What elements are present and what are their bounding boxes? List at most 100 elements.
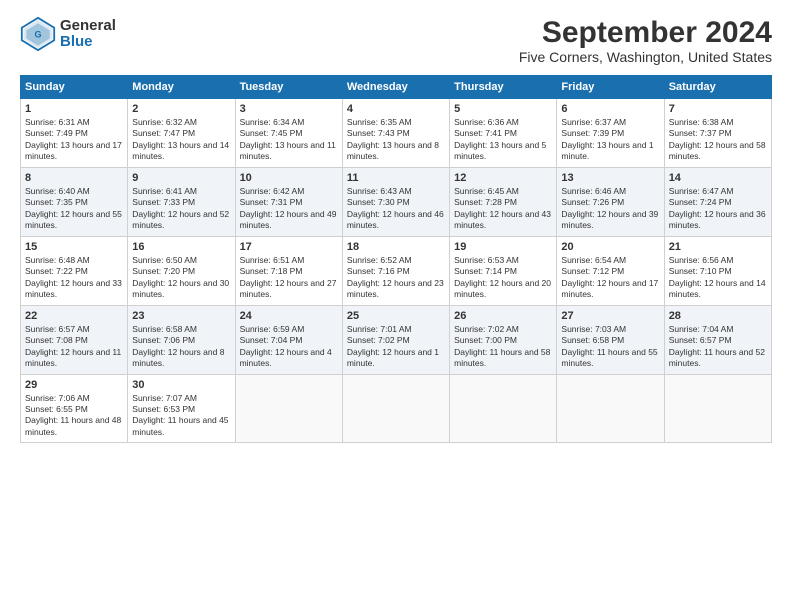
day-number: 13 [561,172,659,184]
cell-info: Sunrise: 6:36 AMSunset: 7:41 PMDaylight:… [454,117,552,163]
calendar-week-3: 22 Sunrise: 6:57 AMSunset: 7:08 PMDayligh… [21,305,772,374]
day-number: 14 [669,172,767,184]
day-number: 20 [561,241,659,253]
calendar-cell [235,374,342,443]
calendar-cell: 22 Sunrise: 6:57 AMSunset: 7:08 PMDayligh… [21,305,128,374]
day-number: 6 [561,103,659,115]
day-number: 18 [347,241,445,253]
cell-info: Sunrise: 6:46 AMSunset: 7:26 PMDaylight:… [561,186,659,232]
day-number: 19 [454,241,552,253]
calendar-cell: 21Sunrise: 6:56 AMSunset: 7:10 PMDayligh… [664,236,771,305]
calendar-table: SundayMondayTuesdayWednesdayThursdayFrid… [20,75,772,443]
day-number: 24 [240,310,338,322]
cell-info: Sunrise: 6:43 AMSunset: 7:30 PMDaylight:… [347,186,445,232]
calendar-cell: 8 Sunrise: 6:40 AMSunset: 7:35 PMDaylight… [21,167,128,236]
weekday-thursday: Thursday [450,76,557,99]
calendar-cell: 19 Sunrise: 6:53 AMSunset: 7:14 PMDayligh… [450,236,557,305]
day-number: 30 [132,379,230,391]
calendar-title: September 2024 [519,16,772,49]
calendar-week-4: 29 Sunrise: 7:06 AMSunset: 6:55 PMDayligh… [21,374,772,443]
calendar-cell: 2Sunrise: 6:32 AMSunset: 7:47 PMDaylight… [128,99,235,168]
weekday-sunday: Sunday [21,76,128,99]
calendar-cell: 28Sunrise: 7:04 AMSunset: 6:57 PMDayligh… [664,305,771,374]
cell-info: Sunrise: 6:57 AMSunset: 7:08 PMDaylight:… [25,324,123,370]
day-number: 28 [669,310,767,322]
calendar-cell: 29 Sunrise: 7:06 AMSunset: 6:55 PMDayligh… [21,374,128,443]
calendar-cell: 10 Sunrise: 6:42 AMSunset: 7:31 PMDayligh… [235,167,342,236]
calendar-cell: 16 Sunrise: 6:50 AMSunset: 7:20 PMDayligh… [128,236,235,305]
calendar-cell: 11 Sunrise: 6:43 AMSunset: 7:30 PMDayligh… [342,167,449,236]
cell-info: Sunrise: 7:07 AMSunset: 6:53 PMDaylight:… [132,393,230,439]
cell-info: Sunrise: 6:52 AMSunset: 7:16 PMDaylight:… [347,255,445,301]
calendar-cell: 30 Sunrise: 7:07 AMSunset: 6:53 PMDayligh… [128,374,235,443]
cell-info: Sunrise: 7:01 AMSunset: 7:02 PMDaylight:… [347,324,445,370]
calendar-cell: 17Sunrise: 6:51 AMSunset: 7:18 PMDayligh… [235,236,342,305]
calendar-cell: 1Sunrise: 6:31 AMSunset: 7:49 PMDaylight… [21,99,128,168]
weekday-saturday: Saturday [664,76,771,99]
cell-info: Sunrise: 7:03 AMSunset: 6:58 PMDaylight:… [561,324,659,370]
calendar-cell: 23 Sunrise: 6:58 AMSunset: 7:06 PMDayligh… [128,305,235,374]
calendar-cell: 9Sunrise: 6:41 AMSunset: 7:33 PMDaylight… [128,167,235,236]
cell-info: Sunrise: 6:38 AMSunset: 7:37 PMDaylight:… [669,117,767,163]
calendar-cell: 26 Sunrise: 7:02 AMSunset: 7:00 PMDayligh… [450,305,557,374]
day-number: 8 [25,172,123,184]
day-number: 12 [454,172,552,184]
day-number: 27 [561,310,659,322]
cell-info: Sunrise: 6:40 AMSunset: 7:35 PMDaylight:… [25,186,123,232]
calendar-cell: 15 Sunrise: 6:48 AMSunset: 7:22 PMDayligh… [21,236,128,305]
calendar-cell: 7 Sunrise: 6:38 AMSunset: 7:37 PMDaylight… [664,99,771,168]
cell-info: Sunrise: 6:50 AMSunset: 7:20 PMDaylight:… [132,255,230,301]
calendar-cell: 18 Sunrise: 6:52 AMSunset: 7:16 PMDayligh… [342,236,449,305]
calendar-cell [342,374,449,443]
cell-info: Sunrise: 7:06 AMSunset: 6:55 PMDaylight:… [25,393,123,439]
day-number: 26 [454,310,552,322]
day-number: 2 [132,103,230,115]
calendar-cell [450,374,557,443]
logo-blue-text: Blue [60,34,116,51]
day-number: 22 [25,310,123,322]
day-number: 21 [669,241,767,253]
calendar-cell: 4Sunrise: 6:35 AMSunset: 7:43 PMDaylight… [342,99,449,168]
page: G General Blue September 2024 Five Corne… [0,0,792,612]
calendar-week-1: 8 Sunrise: 6:40 AMSunset: 7:35 PMDaylight… [21,167,772,236]
day-number: 16 [132,241,230,253]
weekday-tuesday: Tuesday [235,76,342,99]
logo: G General Blue [20,16,116,52]
day-number: 1 [25,103,123,115]
cell-info: Sunrise: 6:51 AMSunset: 7:18 PMDaylight:… [240,255,338,301]
cell-info: Sunrise: 6:53 AMSunset: 7:14 PMDaylight:… [454,255,552,301]
calendar-cell: 6 Sunrise: 6:37 AMSunset: 7:39 PMDaylight… [557,99,664,168]
header: G General Blue September 2024 Five Corne… [20,16,772,65]
day-number: 25 [347,310,445,322]
weekday-header-row: SundayMondayTuesdayWednesdayThursdayFrid… [21,76,772,99]
calendar-cell: 27 Sunrise: 7:03 AMSunset: 6:58 PMDayligh… [557,305,664,374]
cell-info: Sunrise: 6:59 AMSunset: 7:04 PMDaylight:… [240,324,338,370]
cell-info: Sunrise: 6:58 AMSunset: 7:06 PMDaylight:… [132,324,230,370]
calendar-header: SundayMondayTuesdayWednesdayThursdayFrid… [21,76,772,99]
day-number: 29 [25,379,123,391]
cell-info: Sunrise: 7:02 AMSunset: 7:00 PMDaylight:… [454,324,552,370]
calendar-body: 1Sunrise: 6:31 AMSunset: 7:49 PMDaylight… [21,99,772,443]
day-number: 23 [132,310,230,322]
calendar-subtitle: Five Corners, Washington, United States [519,49,772,65]
cell-info: Sunrise: 6:48 AMSunset: 7:22 PMDaylight:… [25,255,123,301]
day-number: 7 [669,103,767,115]
day-number: 3 [240,103,338,115]
calendar-cell: 13 Sunrise: 6:46 AMSunset: 7:26 PMDayligh… [557,167,664,236]
cell-info: Sunrise: 6:41 AMSunset: 7:33 PMDaylight:… [132,186,230,232]
day-number: 10 [240,172,338,184]
day-number: 5 [454,103,552,115]
day-number: 15 [25,241,123,253]
day-number: 4 [347,103,445,115]
weekday-monday: Monday [128,76,235,99]
calendar-cell: 20Sunrise: 6:54 AMSunset: 7:12 PMDayligh… [557,236,664,305]
logo-icon: G [20,16,56,52]
day-number: 11 [347,172,445,184]
cell-info: Sunrise: 6:37 AMSunset: 7:39 PMDaylight:… [561,117,659,163]
cell-info: Sunrise: 6:42 AMSunset: 7:31 PMDaylight:… [240,186,338,232]
cell-info: Sunrise: 6:45 AMSunset: 7:28 PMDaylight:… [454,186,552,232]
calendar-cell: 14Sunrise: 6:47 AMSunset: 7:24 PMDayligh… [664,167,771,236]
svg-text:G: G [34,30,41,40]
logo-text: General Blue [60,18,116,51]
calendar-cell: 12 Sunrise: 6:45 AMSunset: 7:28 PMDayligh… [450,167,557,236]
